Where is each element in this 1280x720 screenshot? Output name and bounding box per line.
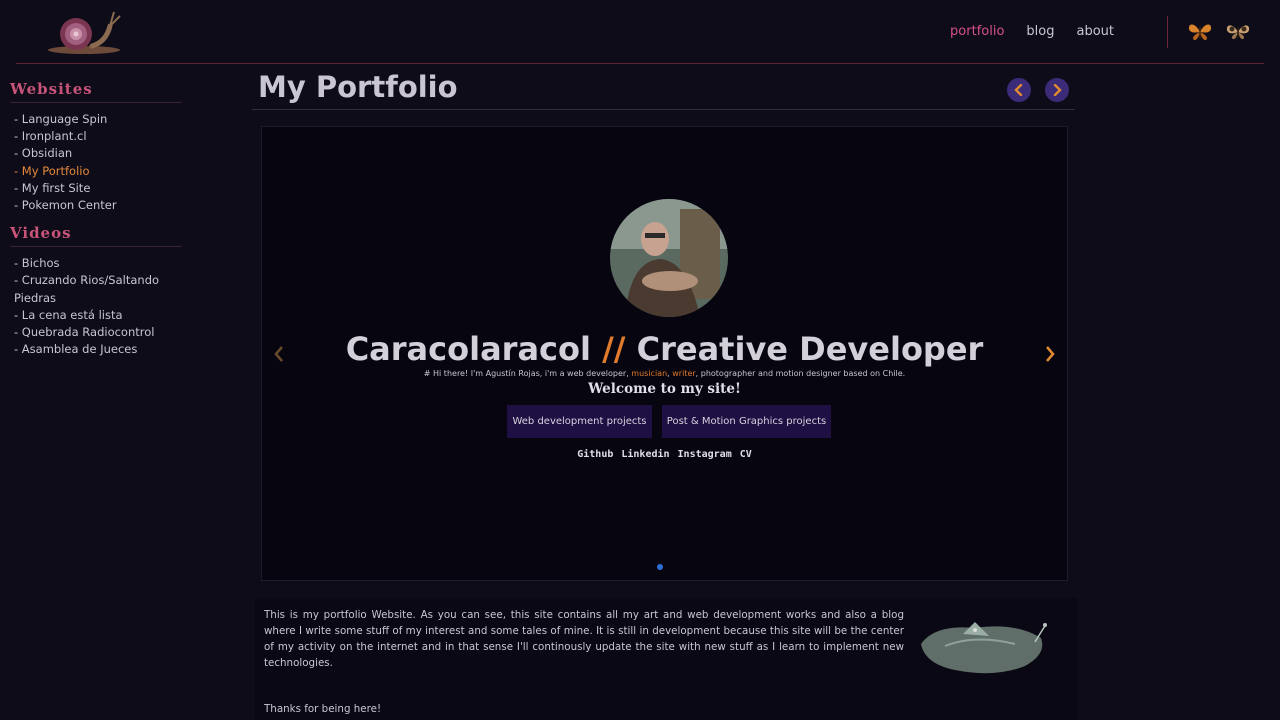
chevron-left-icon — [1014, 84, 1023, 96]
snail-logo-icon[interactable] — [44, 6, 128, 56]
github-link[interactable]: Github — [577, 449, 613, 460]
sidebar-item-asamblea[interactable]: - Asamblea de Jueces — [14, 341, 185, 358]
sidebar: Websites - Language Spin - Ironplant.cl … — [10, 80, 185, 368]
moth-icon[interactable] — [1225, 22, 1251, 42]
web-projects-button[interactable]: Web development projects — [507, 405, 652, 438]
hero-title-separator: // — [602, 330, 626, 368]
thanks-text: Thanks for being here! — [264, 703, 382, 715]
sidebar-item-my-first-site[interactable]: - My first Site — [14, 180, 185, 197]
site-header: portfolio blog about — [0, 0, 1280, 64]
nav-portfolio[interactable]: portfolio — [950, 24, 1004, 39]
motion-projects-button[interactable]: Post & Motion Graphics projects — [662, 405, 831, 438]
description-section: This is my portfolio Website. As you can… — [255, 598, 1077, 720]
sidebar-item-my-portfolio[interactable]: - My Portfolio — [14, 163, 185, 180]
nav-blog[interactable]: blog — [1026, 24, 1054, 39]
social-links: Github Linkedin Instagram CV — [262, 449, 1067, 460]
sidebar-divider — [10, 102, 182, 103]
sidebar-websites-title: Websites — [10, 80, 93, 98]
sidebar-item-cruzando-rios[interactable]: - Cruzando Rios/Saltando Piedras — [14, 272, 185, 306]
next-page-button[interactable] — [1045, 78, 1069, 102]
hero-carousel: Caracolaracol // Creative Developer # Hi… — [261, 126, 1068, 581]
carousel-dot-active[interactable] — [657, 564, 663, 570]
butterfly-icon[interactable] — [1187, 22, 1213, 42]
carousel-prev-arrow[interactable] — [270, 343, 288, 365]
prev-page-button[interactable] — [1007, 78, 1031, 102]
hero-title: Caracolaracol // Creative Developer — [262, 330, 1067, 368]
hero-title-role: Creative Developer — [636, 330, 984, 368]
sidebar-item-bichos[interactable]: - Bichos — [14, 255, 185, 272]
hero-title-name: Caracolaracol — [345, 330, 591, 368]
hero-subtitle: # Hi there! I'm Agustín Rojas, i'm a web… — [262, 369, 1067, 378]
sidebar-item-obsidian[interactable]: - Obsidian — [14, 145, 185, 162]
sidebar-item-language-spin[interactable]: - Language Spin — [14, 111, 185, 128]
sidebar-divider — [10, 246, 182, 248]
hero-subtitle-intro: # Hi there! I'm Agustín Rojas, i'm a web… — [423, 369, 629, 378]
header-divider — [16, 63, 1264, 64]
hero-subtitle-comma: , — [667, 369, 670, 378]
description-text: This is my portfolio Website. As you can… — [264, 609, 904, 669]
avatar — [610, 199, 728, 317]
musician-link[interactable]: musician — [631, 369, 667, 378]
main-nav: portfolio blog about — [950, 24, 1114, 39]
title-divider — [252, 109, 1075, 110]
chevron-right-icon — [1053, 84, 1062, 96]
sidebar-item-la-cena[interactable]: - La cena está lista — [14, 307, 185, 324]
videos-list: - Bichos - Cruzando Rios/Saltando Piedra… — [10, 255, 185, 358]
websites-list: - Language Spin - Ironplant.cl - Obsidia… — [10, 111, 185, 214]
page-title: My Portfolio — [258, 70, 458, 104]
sidebar-item-ironplant[interactable]: - Ironplant.cl — [14, 128, 185, 145]
writer-link[interactable]: writer — [672, 369, 695, 378]
sidebar-item-quebrada[interactable]: - Quebrada Radiocontrol — [14, 324, 185, 341]
nav-divider — [1167, 16, 1168, 48]
cv-link[interactable]: CV — [740, 449, 752, 460]
hero-subtitle-rest: , photographer and motion designer based… — [695, 369, 906, 378]
sidebar-videos-title: Videos — [10, 224, 72, 243]
sidebar-item-pokemon-center[interactable]: - Pokemon Center — [14, 197, 185, 214]
nav-about[interactable]: about — [1076, 24, 1114, 39]
leaf-illustration — [921, 622, 1047, 674]
instagram-link[interactable]: Instagram — [678, 449, 732, 460]
carousel-next-arrow[interactable] — [1041, 343, 1059, 365]
linkedin-link[interactable]: Linkedin — [621, 449, 669, 460]
welcome-heading: Welcome to my site! — [588, 381, 741, 397]
